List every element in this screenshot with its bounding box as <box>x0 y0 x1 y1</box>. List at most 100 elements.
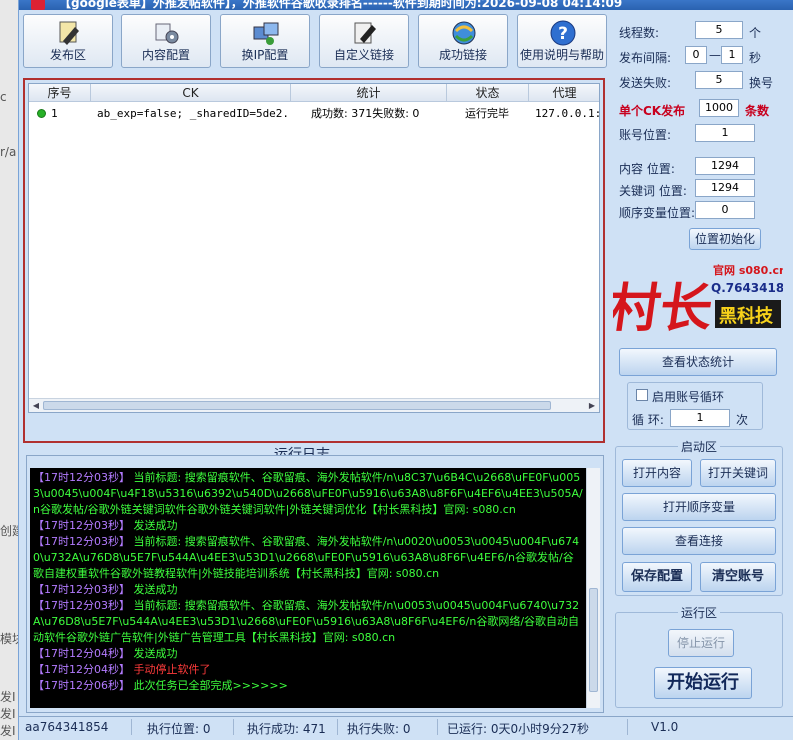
content-pos-label: 内容 位置: <box>619 162 675 176</box>
column-header-stats[interactable]: 统计 <box>291 84 447 102</box>
custom-link-button[interactable]: 自定义链接 <box>319 14 409 68</box>
loop-count-label: 循 环: <box>632 413 664 427</box>
background-fragment: 发I <box>0 707 16 721</box>
custom-link-icon <box>354 22 376 44</box>
log-timestamp: 【17时12分03秒】 <box>33 471 130 484</box>
start-button[interactable]: 开始运行 <box>654 667 752 699</box>
background-fragment: 发I <box>0 724 16 738</box>
toolbar: 发布区 内容配置 换IP配置 自定义链接 成功链接 ? 使用说明与帮助 <box>23 14 609 70</box>
keyword-pos-input[interactable]: 1294 <box>695 179 755 197</box>
status-dot-icon <box>37 109 46 118</box>
column-header-ck[interactable]: CK <box>91 84 291 102</box>
var-pos-input[interactable]: 0 <box>695 201 755 219</box>
log-line: 【17时12分03秒】 当前标题: 搜索留痕软件、谷歌留痕、海外发帖软件/n\u… <box>33 470 583 518</box>
row-stats: 成功数: 371失败数: 0 <box>311 107 420 120</box>
window-title: 【google表单】外推发帖软件】，外推软件谷歌收录排名------软件到期时间… <box>59 0 623 10</box>
interval-separator: — <box>709 48 721 62</box>
row-index: 1 <box>51 107 58 120</box>
scroll-thumb[interactable] <box>589 588 598 692</box>
view-stats-button[interactable]: 查看状态统计 <box>619 348 777 376</box>
status-bar: aa764341854 执行位置: 0 执行成功: 471 执行失败: 0 已运… <box>19 716 793 738</box>
scroll-right-icon[interactable]: ▶ <box>587 401 597 411</box>
vertical-scrollbar[interactable] <box>586 468 600 708</box>
var-pos-label: 顺序变量位置: <box>619 206 696 220</box>
ip-config-button[interactable]: 换IP配置 <box>220 14 310 68</box>
status-exec-fail: 执行失败: 0 <box>347 722 411 736</box>
toolbar-label: 换IP配置 <box>241 48 289 62</box>
log-timestamp: 【17时12分03秒】 <box>33 535 130 548</box>
publish-area-button[interactable]: 发布区 <box>23 14 113 68</box>
single-ck-input[interactable]: 1000 <box>699 99 739 117</box>
status-user: aa764341854 <box>25 720 109 734</box>
reset-position-button[interactable]: 位置初始化 <box>689 228 761 250</box>
help-icon: ? <box>550 20 576 46</box>
column-header-index[interactable]: 序号 <box>29 84 91 102</box>
account-grid[interactable]: 序号 CK 统计 状态 代理 1 ab_exp=false; _sharedID… <box>28 83 600 413</box>
loop-count-unit: 次 <box>736 413 749 427</box>
loop-count-input[interactable]: 1 <box>670 409 730 427</box>
single-ck-label: 单个CK发布 <box>619 104 686 118</box>
toolbar-label: 成功链接 <box>438 48 487 62</box>
log-line: 【17时12分03秒】 当前标题: 搜索留痕软件、谷歌留痕、海外发帖软件/n\u… <box>33 598 583 646</box>
log-message: 手动停止软件了 <box>130 663 211 676</box>
log-line: 【17时12分03秒】 发送成功 <box>33 518 583 534</box>
clear-account-button[interactable]: 清空账号 <box>700 562 776 592</box>
column-header-proxy[interactable]: 代理 <box>529 84 599 102</box>
fail-unit: 换号 <box>749 76 774 90</box>
success-link-button[interactable]: 成功链接 <box>418 14 508 68</box>
account-pos-input[interactable]: 1 <box>695 124 755 142</box>
content-config-icon <box>155 23 179 44</box>
scroll-left-icon[interactable]: ◀ <box>31 401 41 411</box>
status-version: V1.0 <box>651 720 679 734</box>
logo-brand-text: 村长 <box>613 278 717 339</box>
app-icon <box>31 0 45 10</box>
log-timestamp: 【17时12分03秒】 <box>33 519 130 532</box>
log-message: 发送成功 <box>130 647 178 660</box>
background-fragment: 发I <box>0 690 16 704</box>
launch-group-label: 启动区 <box>678 438 721 455</box>
ip-config-icon <box>253 22 279 45</box>
logo-tag: 黑科技 <box>719 305 774 327</box>
help-button[interactable]: ? 使用说明与帮助 <box>517 14 607 68</box>
account-pos-label: 账号位置: <box>619 128 672 142</box>
logo-qq: Q.764341854 <box>711 281 783 295</box>
log-message: 发送成功 <box>130 583 178 596</box>
open-content-button[interactable]: 打开内容 <box>622 459 692 487</box>
row-proxy: 127.0.0.1:3 <box>535 107 599 120</box>
open-var-button[interactable]: 打开顺序变量 <box>622 493 776 521</box>
loop-group: 启用账号循环 循 环: 1 次 <box>627 382 763 430</box>
scroll-thumb[interactable] <box>43 401 551 410</box>
toolbar-label: 使用说明与帮助 <box>519 48 604 62</box>
run-group: 运行区 停止运行 开始运行 <box>615 604 783 708</box>
threads-unit: 个 <box>749 26 762 40</box>
content-pos-input[interactable]: 1294 <box>695 157 755 175</box>
title-bar[interactable]: 【google表单】外推发帖软件】，外推软件谷歌收录排名------软件到期时间… <box>19 0 793 10</box>
view-link-button[interactable]: 查看连接 <box>622 527 776 555</box>
threads-input[interactable]: 5 <box>695 21 743 39</box>
stop-button[interactable]: 停止运行 <box>668 629 734 657</box>
log-timestamp: 【17时12分06秒】 <box>33 679 130 692</box>
open-keyword-button[interactable]: 打开关键词 <box>700 459 776 487</box>
logo-site: 官网 s080.cn <box>713 263 783 277</box>
background-fragment: c <box>0 90 7 104</box>
interval-max-input[interactable]: 1 <box>721 46 743 64</box>
log-line: 【17时12分06秒】 此次任务已全部完成>>>>>> <box>33 678 583 694</box>
status-separator <box>627 719 628 735</box>
status-separator <box>437 719 438 735</box>
content-config-button[interactable]: 内容配置 <box>121 14 211 68</box>
single-ck-unit: 条数 <box>745 104 770 118</box>
loop-checkbox[interactable] <box>636 389 648 401</box>
column-header-status[interactable]: 状态 <box>447 84 529 102</box>
save-config-button[interactable]: 保存配置 <box>622 562 692 592</box>
interval-min-input[interactable]: 0 <box>685 46 707 64</box>
log-frame: 【17时12分03秒】 当前标题: 搜索留痕软件、谷歌留痕、海外发帖软件/n\u… <box>26 455 604 713</box>
toolbar-label: 内容配置 <box>141 48 190 62</box>
log-timestamp: 【17时12分04秒】 <box>33 647 130 660</box>
log-line: 【17时12分03秒】 当前标题: 搜索留痕软件、谷歌留痕、海外发帖软件/n\u… <box>33 534 583 582</box>
run-log[interactable]: 【17时12分03秒】 当前标题: 搜索留痕软件、谷歌留痕、海外发帖软件/n\u… <box>30 468 586 708</box>
success-link-icon <box>452 21 476 45</box>
loop-checkbox-label[interactable]: 启用账号循环 <box>652 388 724 405</box>
fail-input[interactable]: 5 <box>695 71 743 89</box>
account-grid-frame: 序号 CK 统计 状态 代理 1 ab_exp=false; _sharedID… <box>23 78 605 443</box>
horizontal-scrollbar[interactable]: ◀ ▶ <box>29 398 599 412</box>
